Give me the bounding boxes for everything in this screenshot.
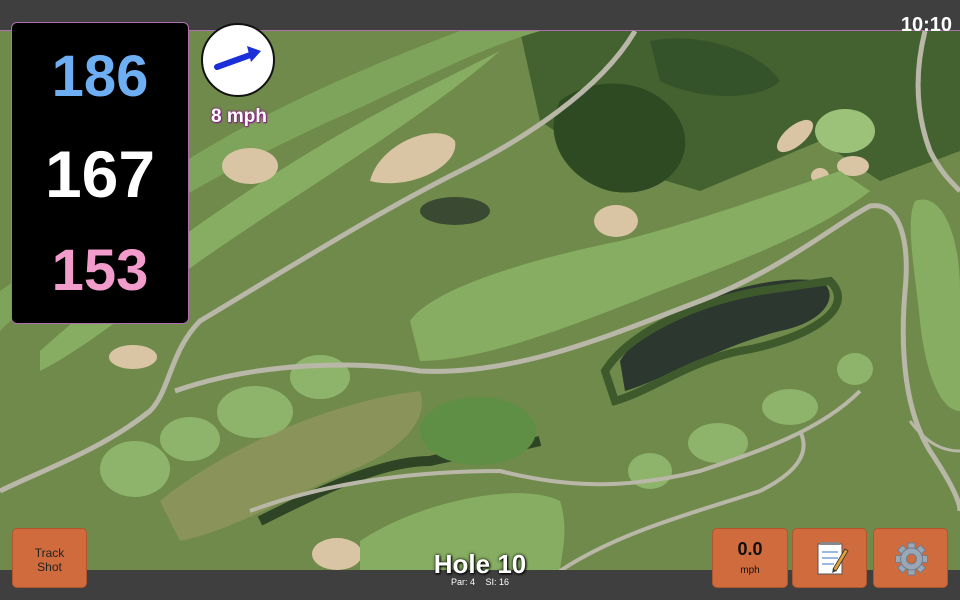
distance-back: 186 — [51, 44, 149, 109]
distance-panel: 186 167 153 — [11, 22, 189, 324]
notes-button[interactable] — [792, 528, 867, 588]
settings-button[interactable] — [873, 528, 948, 588]
hole-info: Par: 4 SI: 16 — [380, 577, 580, 587]
hole-stroke-index: SI: 16 — [485, 577, 510, 587]
speed-unit: mph — [740, 565, 760, 576]
wind-speed-label: 8 mph — [211, 106, 267, 127]
clock: 10:10 — [900, 14, 952, 36]
track-shot-label-line1: Track — [34, 546, 65, 560]
hole-title: Hole 10 — [433, 549, 527, 579]
arrow-icon — [214, 46, 261, 70]
track-shot-label-line2: Shot — [37, 560, 62, 574]
distance-center: 167 — [44, 137, 156, 211]
distance-front: 153 — [51, 238, 149, 303]
hole-par: Par: 4 — [450, 577, 475, 587]
track-shot-button[interactable]: Track Shot — [12, 528, 87, 588]
notepad-icon — [817, 542, 849, 575]
speed-button[interactable]: 0.0 mph — [712, 528, 788, 588]
wind-indicator[interactable] — [201, 23, 275, 97]
speed-value: 0.0 — [737, 539, 763, 559]
gear-icon — [895, 542, 928, 576]
